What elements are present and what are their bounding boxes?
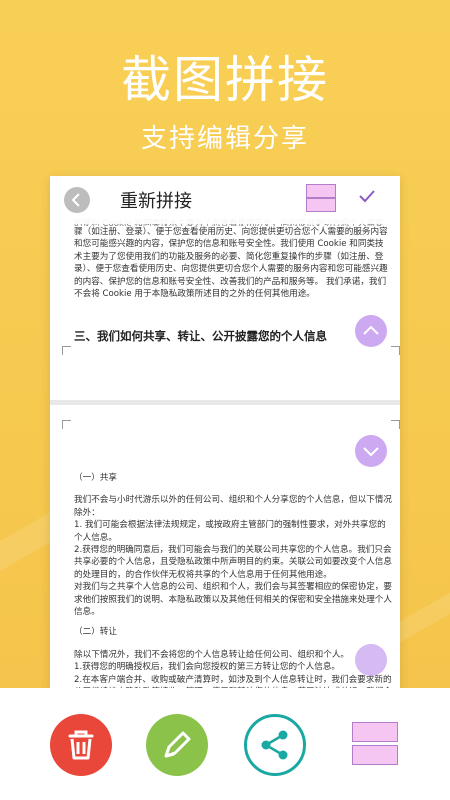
share-button[interactable] bbox=[244, 714, 306, 776]
phone-screen: 的便利 Cookie 和同类技术主要为了您查看使用历史，向您提供更切合您个人需要… bbox=[50, 176, 400, 706]
document-bottom: （一）共享 我们不会与小时代游乐以外的任何公司、组织和个人分享您的个人信息，但以… bbox=[50, 472, 400, 706]
split-bottom-half bbox=[306, 198, 336, 212]
section-title: （二）转让 bbox=[74, 627, 117, 638]
doc-paragraph: 除以下情况外，我们不会将您的个人信息转让给任何公司、组织和个人。 bbox=[74, 649, 350, 660]
trash-icon bbox=[68, 730, 94, 760]
back-arrow-icon bbox=[71, 193, 80, 207]
split-view-icon[interactable] bbox=[306, 184, 336, 212]
doc-paragraph: 我们不会与小时代游乐以外的任何公司、组织和个人分享您的个人信息，但以下情况除外： bbox=[74, 495, 392, 518]
edit-button[interactable] bbox=[146, 714, 208, 776]
crop-corner[interactable] bbox=[391, 420, 400, 429]
doc-paragraph: 1.获得您的明确授权后，我们会向您授权的第三方转让您的个人信息。 bbox=[74, 662, 341, 673]
doc-paragraph: 1. 我们可能会根据法律法规规定，或按政府主管部门的强制性要求，对外共享您的个人… bbox=[74, 520, 386, 543]
chevron-down-icon bbox=[363, 447, 379, 457]
screen-header: 重新拼接 bbox=[50, 176, 400, 224]
scroll-down-button[interactable] bbox=[355, 435, 387, 467]
handle-button[interactable] bbox=[355, 644, 387, 676]
scroll-up-button[interactable] bbox=[355, 315, 387, 347]
back-button[interactable] bbox=[64, 187, 90, 213]
split-top-half bbox=[306, 184, 336, 198]
doc-paragraph: 骤（如注册、登录）、便于您查看使用历史、向您提供更切合您个人需要的服务内容和您可… bbox=[74, 227, 388, 300]
split-view-icon bbox=[352, 745, 398, 765]
hero-subtitle: 支持编辑分享 bbox=[140, 124, 309, 154]
stitch-seam bbox=[50, 400, 400, 405]
crop-corner[interactable] bbox=[62, 420, 71, 429]
hero-title: 截图拼接 bbox=[121, 51, 329, 109]
crop-corner[interactable] bbox=[62, 346, 71, 355]
share-icon bbox=[261, 730, 288, 760]
doc-paragraph: 2.获得您的明确同意后，我们可能会与我们的关联公司共享您的个人信息。我们只会共享… bbox=[74, 545, 392, 580]
crop-corner[interactable] bbox=[391, 346, 400, 355]
section-title: （一）共享 bbox=[74, 473, 117, 483]
split-view-icon bbox=[352, 722, 398, 742]
delete-button[interactable] bbox=[50, 714, 112, 776]
doc-paragraph: 对我们与之共享个人信息的公司、组织和个人，我们会与其签署相应的保密协定，要求他们… bbox=[74, 582, 392, 618]
checkmark-icon bbox=[359, 190, 375, 203]
confirm-button[interactable] bbox=[357, 186, 377, 212]
split-button[interactable] bbox=[346, 714, 408, 776]
document-top: 的便利 Cookie 和同类技术主要为了您查看使用历史，向您提供更切合您个人需要… bbox=[50, 218, 400, 344]
doc-heading: 三、我们如何共享、转让、公开披露您的个人信息 bbox=[74, 329, 327, 344]
pencil-icon bbox=[164, 731, 191, 758]
chevron-up-icon bbox=[363, 325, 379, 335]
screen-title: 重新拼接 bbox=[120, 191, 192, 212]
